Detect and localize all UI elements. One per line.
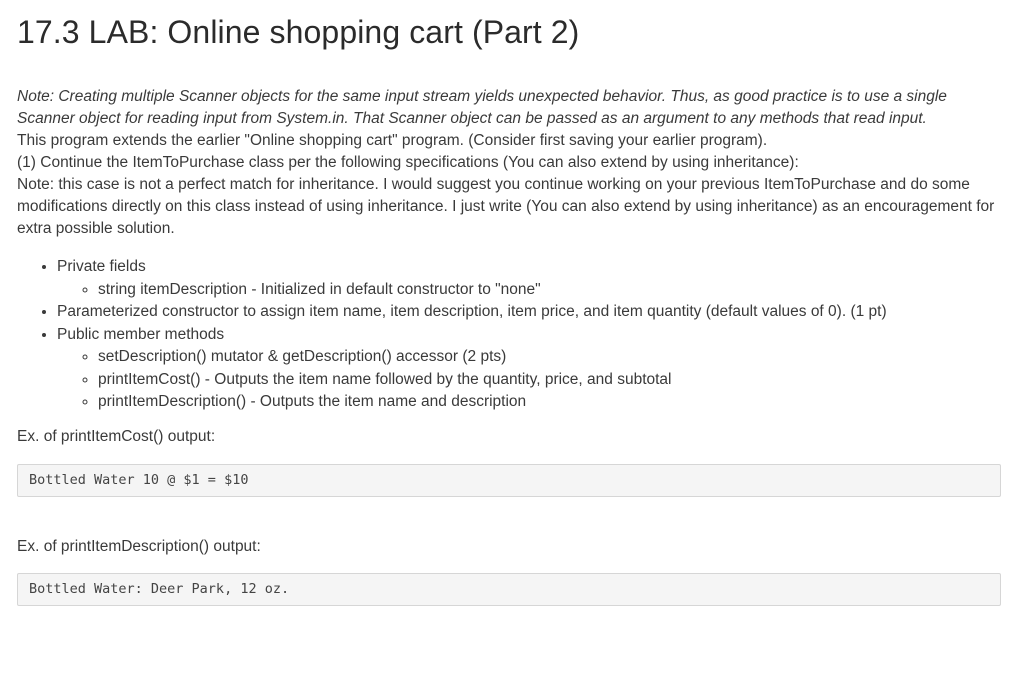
spec-item-private-fields: Private fields string itemDescription - … (57, 256, 1002, 301)
private-fields-sublist: string itemDescription - Initialized in … (57, 279, 1002, 302)
spec-item-item-description-field: string itemDescription - Initialized in … (98, 279, 1002, 302)
example-description-label: Ex. of printItemDescription() output: (17, 537, 261, 555)
scanner-note: Note: Creating multiple Scanner objects … (17, 88, 947, 127)
public-methods-sublist: setDescription() mutator & getDescriptio… (57, 346, 1002, 414)
spec-item-print-item-description: printItemDescription() - Outputs the ite… (98, 391, 1002, 414)
example-cost-label: Ex. of printItemCost() output: (17, 427, 216, 445)
spec-label-public-methods: Public member methods (57, 325, 225, 343)
example-cost-output: Bottled Water 10 @ $1 = $10 (17, 463, 1001, 497)
lab-page: 17.3 LAB: Online shopping cart (Part 2) … (0, 0, 1024, 692)
spec-item-public-methods: Public member methods setDescription() m… (57, 324, 1002, 414)
spec-item-set-get-description: setDescription() mutator & getDescriptio… (98, 346, 1002, 369)
spec-item-param-constructor: Parameterized constructor to assign item… (57, 301, 1002, 324)
example-description-output: Bottled Water: Deer Park, 12 oz. (17, 572, 1001, 606)
spec-list: Private fields string itemDescription - … (17, 256, 1002, 414)
spec-item-print-item-cost: printItemCost() - Outputs the item name … (98, 369, 1002, 392)
intro-paragraph: This program extends the earlier "Online… (17, 132, 768, 149)
inheritance-note: Note: this case is not a perfect match f… (17, 176, 995, 237)
step-1-paragraph: (1) Continue the ItemToPurchase class pe… (17, 154, 799, 171)
page-title: 17.3 LAB: Online shopping cart (Part 2) (17, 14, 580, 50)
spec-label-private-fields: Private fields (57, 258, 146, 275)
